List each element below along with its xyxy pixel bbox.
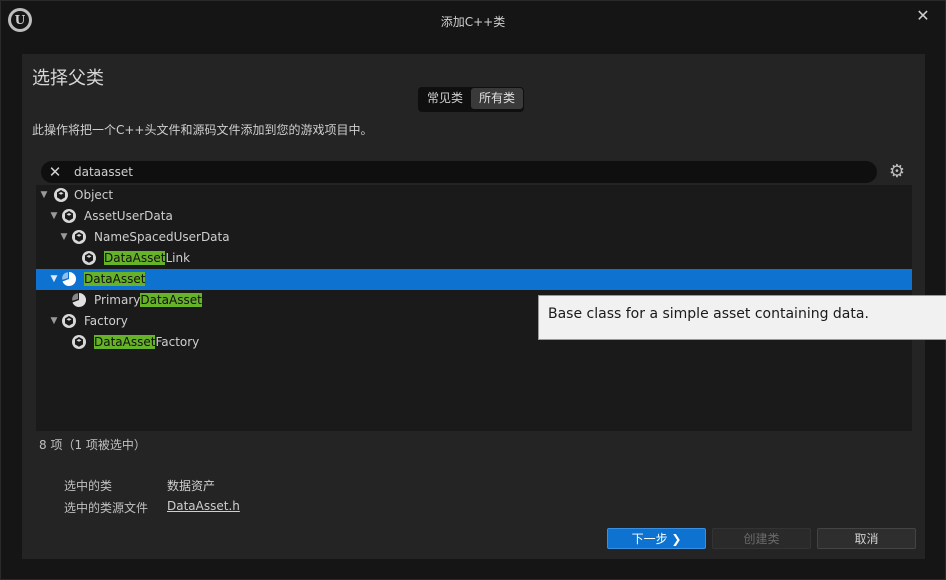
tree-row-label: DataAssetLink <box>104 251 191 265</box>
tree-row-namespaceduserdata[interactable]: ▼ NameSpacedUserData <box>36 227 912 248</box>
class-icon <box>62 314 76 328</box>
expand-arrow-icon[interactable]: ▼ <box>49 273 59 285</box>
expand-arrow-icon[interactable]: ▼ <box>59 231 69 243</box>
tree-row-dataassetlink[interactable]: DataAssetLink <box>36 248 912 269</box>
search-input[interactable] <box>74 163 854 181</box>
selected-file-label: 选中的类源文件 <box>64 501 149 515</box>
tree-row-label: AssetUserData <box>84 209 173 223</box>
pie-chart-icon <box>62 271 77 286</box>
tab-all-classes[interactable]: 所有类 <box>471 88 524 109</box>
tree-row-label: DataAsset <box>84 272 146 286</box>
tree-row-dataasset[interactable]: ▼ DataAsset <box>36 269 912 290</box>
class-icon <box>54 188 68 202</box>
tree-row-assetuserdata[interactable]: ▼ AssetUserData <box>36 206 912 227</box>
selected-class-value: 数据资产 <box>167 479 216 493</box>
expand-arrow-icon[interactable]: ▼ <box>49 210 59 222</box>
class-icon <box>62 209 76 223</box>
window-title: 添加C++类 <box>440 15 506 29</box>
item-count: 8 项（1 项被选中） <box>39 438 146 452</box>
tree-row-label: PrimaryDataAsset <box>94 293 202 307</box>
tree-row-label: Object <box>74 188 114 202</box>
class-icon <box>72 335 86 349</box>
dialog-description: 此操作将把一个C++头文件和源码文件添加到您的游戏项目中。 <box>32 123 373 137</box>
search-box: ✕ <box>41 161 877 183</box>
class-icon <box>72 230 86 244</box>
selected-file-link[interactable]: DataAsset.h <box>167 499 240 513</box>
gear-icon[interactable]: ⚙ <box>886 161 908 183</box>
logo-letter: U <box>14 13 26 27</box>
expand-arrow-icon[interactable]: ▼ <box>49 315 59 327</box>
tab-common-classes[interactable]: 常见类 <box>419 88 471 109</box>
close-icon[interactable]: ✕ <box>912 6 934 28</box>
tree-row-object[interactable]: ▼ Object <box>36 185 912 206</box>
tree-row-label: DataAssetFactory <box>94 335 200 349</box>
selected-class-label: 选中的类 <box>64 479 113 493</box>
next-button[interactable]: 下一步 ❯ <box>607 528 706 549</box>
expand-arrow-icon[interactable]: ▼ <box>39 189 49 201</box>
title-bar: U 添加C++类 ✕ <box>1 1 945 39</box>
page-title: 选择父类 <box>32 68 104 89</box>
class-icon <box>82 251 96 265</box>
tree-row-label: NameSpacedUserData <box>94 230 230 244</box>
create-class-button[interactable]: 创建类 <box>712 528 811 549</box>
clear-search-icon[interactable]: ✕ <box>45 162 65 182</box>
class-filter-tabs: 常见类 所有类 <box>418 87 525 112</box>
add-cpp-class-dialog: U 添加C++类 ✕ 选择父类 常见类 所有类 此操作将把一个C++头文件和源码… <box>0 0 946 580</box>
pie-chart-icon <box>72 292 87 307</box>
unreal-logo-icon: U <box>8 8 32 32</box>
tree-row-label: Factory <box>84 314 128 328</box>
class-tooltip: Base class for a simple asset containing… <box>538 295 946 340</box>
cancel-button[interactable]: 取消 <box>817 528 916 549</box>
